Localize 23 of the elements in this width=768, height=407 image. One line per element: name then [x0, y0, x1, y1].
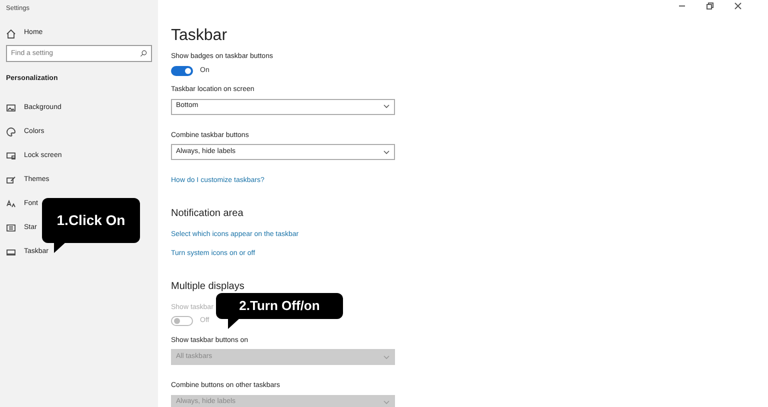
chevron-icon [383, 400, 390, 405]
chevron-icon [383, 150, 390, 154]
chevron-icon [383, 104, 390, 109]
image-icon [6, 103, 16, 113]
callout: 1.Click On [42, 198, 140, 243]
start-menu-icon [6, 223, 16, 233]
palette-icon [6, 127, 16, 137]
brush-icon [6, 175, 16, 185]
callout-tail [226, 318, 242, 330]
section-heading: Multiple displays [171, 280, 244, 294]
search-icon [140, 50, 147, 56]
chevron-icon [383, 354, 390, 360]
toggle-switch[interactable] [171, 66, 193, 76]
monitor-icon [6, 151, 16, 161]
section-heading: Notification area [171, 206, 244, 220]
taskbar-icon [6, 247, 16, 257]
font-icon [6, 199, 16, 209]
home-icon [6, 28, 16, 38]
restore-icon[interactable] [706, 2, 714, 10]
page-title: Taskbar [171, 26, 228, 46]
callout-tail [52, 242, 68, 254]
close-icon[interactable] [734, 2, 742, 10]
callout: 2.Turn Off/on [216, 293, 343, 319]
